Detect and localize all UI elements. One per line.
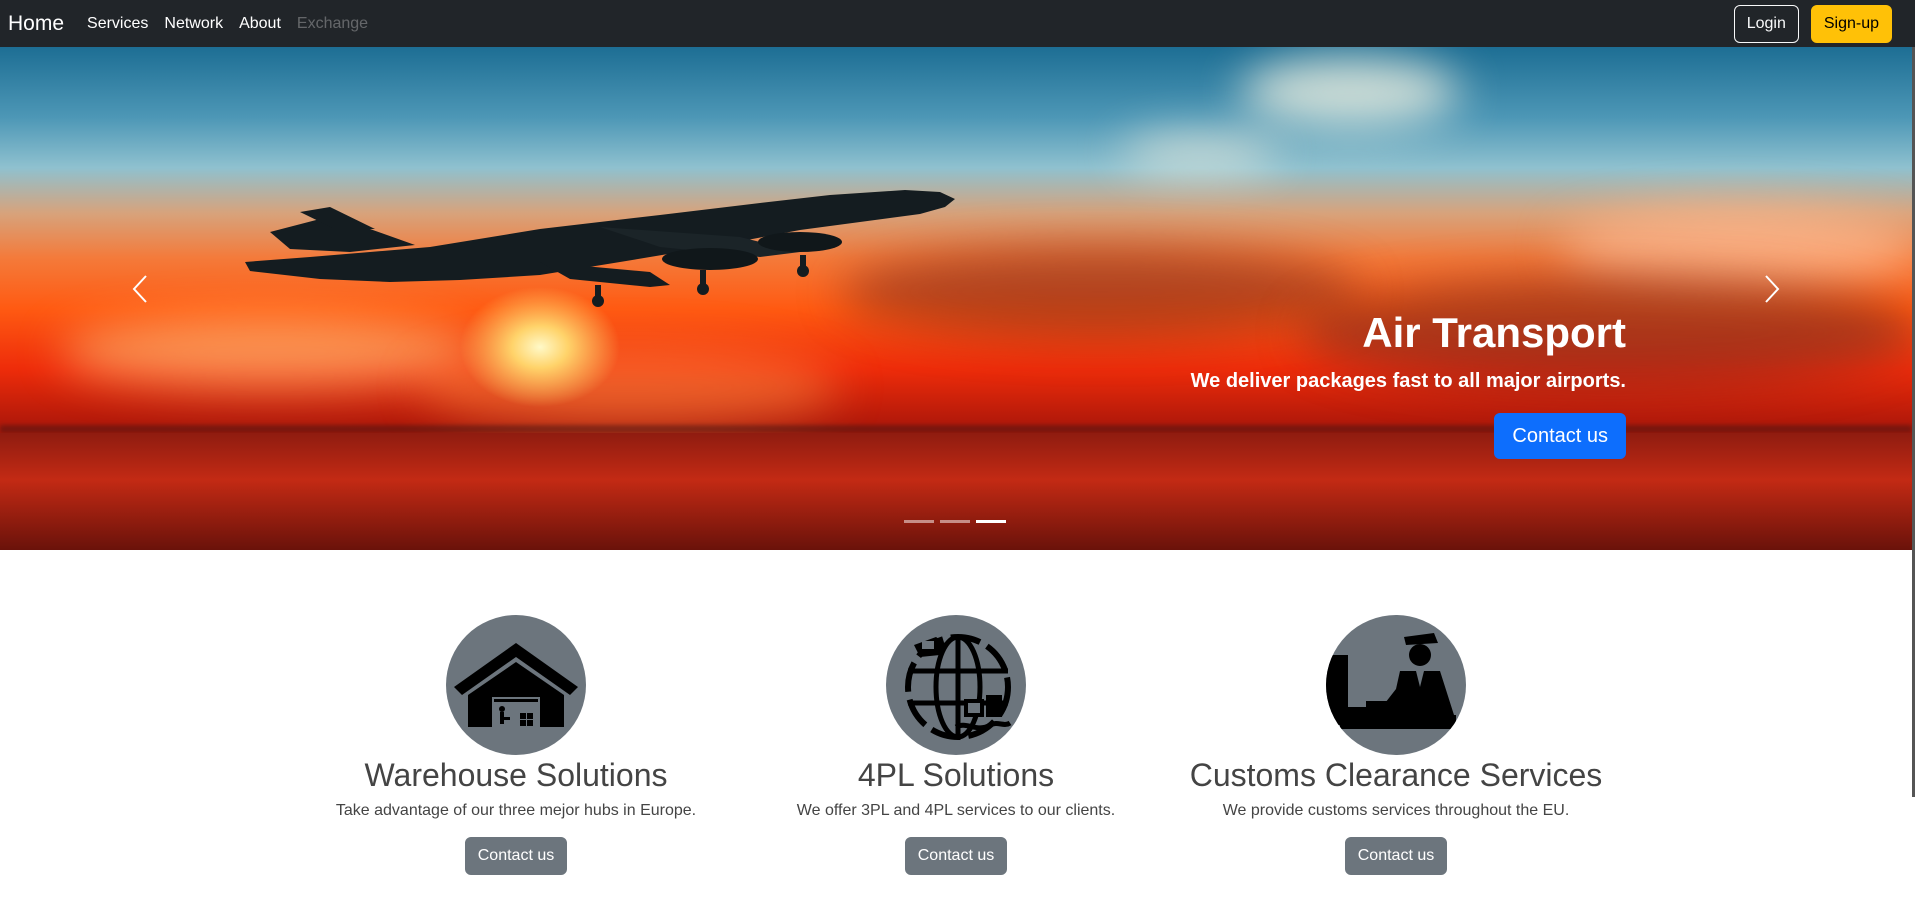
slide-text: We deliver packages fast to all major ai… <box>1190 370 1626 393</box>
feature-title: Customs Clearance Services <box>1189 757 1603 793</box>
customs-contact-button[interactable]: Contact us <box>1344 837 1448 876</box>
carousel-indicator-3[interactable] <box>976 520 1006 523</box>
navbar: Home Services Network About Exchange Log… <box>0 0 1915 47</box>
hero-carousel: Air Transport We deliver packages fast t… <box>0 47 1912 550</box>
warehouse-contact-button[interactable]: Contact us <box>464 837 568 876</box>
chevron-left-icon <box>132 275 147 303</box>
feature-text: We provide customs services throughout t… <box>1222 802 1570 820</box>
cloud <box>60 317 480 387</box>
carousel-caption: Air Transport We deliver packages fast t… <box>1190 309 1626 460</box>
brand-home-link[interactable]: Home <box>8 12 64 36</box>
feature-title: 4PL Solutions <box>857 757 1055 793</box>
carousel-next-arrow[interactable] <box>1752 269 1792 309</box>
customs-officer-icon <box>1326 615 1466 755</box>
hero-contact-button[interactable]: Contact us <box>1494 413 1626 460</box>
cloud <box>1560 207 1912 287</box>
feature-customs: Customs Clearance Services We provide cu… <box>1176 615 1616 876</box>
nav-link-services[interactable]: Services <box>87 15 148 33</box>
carousel-prev-arrow[interactable] <box>120 269 160 309</box>
feature-title: Warehouse Solutions <box>364 757 668 793</box>
nav-link-network[interactable]: Network <box>164 15 223 33</box>
feature-warehouse: Warehouse Solutions Take advantage of ou… <box>296 615 736 876</box>
slide-title: Air Transport <box>1362 309 1626 356</box>
nav-link-exchange: Exchange <box>296 14 369 32</box>
feature-text: We offer 3PL and 4PL services to our cli… <box>796 802 1116 820</box>
airplane-silhouette <box>245 190 955 307</box>
feature-4pl: 4PL Solutions We offer 3PL and 4PL servi… <box>736 615 1176 876</box>
nav-auth-buttons: Login Sign-up <box>1733 0 1892 47</box>
nav-links: Services Network About Exchange <box>87 15 384 33</box>
feature-text: Take advantage of our three mejor hubs i… <box>335 802 697 820</box>
carousel-indicators <box>904 520 1012 523</box>
4pl-contact-button[interactable]: Contact us <box>904 837 1008 876</box>
signup-button[interactable]: Sign-up <box>1810 4 1892 43</box>
warehouse-icon <box>446 615 586 755</box>
carousel-indicator-1[interactable] <box>904 520 934 523</box>
globe-logistics-icon <box>886 615 1026 755</box>
chevron-right-icon <box>1765 275 1780 303</box>
nav-link-about[interactable]: About <box>239 15 281 33</box>
login-button[interactable]: Login <box>1733 4 1799 43</box>
cloud <box>1240 57 1460 127</box>
carousel-indicator-2[interactable] <box>940 520 970 523</box>
cloud <box>1120 132 1280 172</box>
